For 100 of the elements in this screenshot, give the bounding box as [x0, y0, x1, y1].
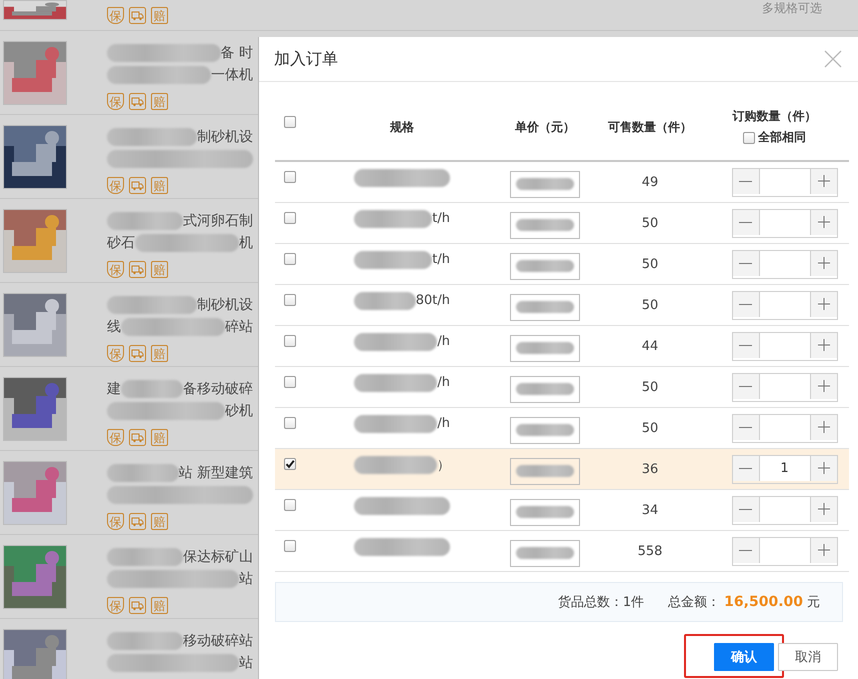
plus-icon [816, 543, 830, 557]
product-title-fragment: 一体机 [211, 66, 253, 84]
increment-button[interactable] [810, 414, 836, 440]
increment-button[interactable] [810, 538, 836, 562]
row-checkbox[interactable] [284, 294, 296, 306]
quantity-field[interactable] [758, 210, 810, 234]
available-quantity: 50 [642, 216, 658, 230]
decrement-button[interactable] [732, 168, 758, 194]
redaction-blur [516, 301, 574, 313]
truck-icon [129, 597, 146, 614]
checkbox-label: 全部相同 [758, 129, 806, 146]
plus-icon [816, 256, 830, 270]
currency-label: 元 [807, 594, 820, 611]
guarantee-badge: 保 [107, 513, 124, 530]
column-header: 可售数量（件） [608, 120, 692, 134]
decrement-button[interactable] [732, 414, 758, 440]
column-header: 规格 [390, 120, 414, 134]
quantity-field[interactable] [758, 538, 810, 562]
quantity-field[interactable]: 1 [758, 456, 810, 480]
truck-icon [129, 429, 146, 446]
guarantee-badge: 保 [107, 345, 124, 362]
increment-button[interactable] [810, 374, 836, 398]
redaction-blur [354, 292, 416, 310]
available-quantity: 50 [642, 380, 658, 394]
spec-text: ） [437, 456, 450, 474]
price-field[interactable] [510, 376, 580, 402]
increment-button[interactable] [810, 496, 836, 522]
price-field[interactable] [510, 252, 580, 280]
decrement-button[interactable] [732, 210, 758, 234]
redaction-blur [516, 465, 574, 477]
guarantee-badge: 保 [107, 93, 124, 110]
spec-text: t/h [432, 252, 450, 267]
quantity-field[interactable] [758, 250, 810, 276]
compensation-badge: 赔 [151, 93, 168, 110]
redaction-blur [516, 342, 574, 354]
increment-button[interactable] [810, 168, 836, 194]
decrement-button[interactable] [732, 456, 758, 480]
increment-button[interactable] [810, 456, 836, 480]
truck-icon [129, 345, 146, 362]
quantity-field[interactable] [758, 414, 810, 440]
guarantee-badge: 保 [107, 177, 124, 194]
quantity-field[interactable] [758, 374, 810, 398]
row-checkbox[interactable] [284, 498, 296, 511]
redaction-blur [121, 380, 183, 398]
row-checkbox[interactable] [284, 212, 296, 224]
minus-icon [739, 426, 752, 428]
price-field[interactable] [510, 334, 580, 362]
available-quantity: 50 [642, 420, 658, 436]
product-title-fragment: 保达标矿山 [183, 548, 253, 566]
row-checkbox[interactable] [284, 334, 296, 347]
available-quantity: 49 [642, 174, 658, 190]
spec-text: /h [437, 334, 450, 349]
row-checkbox[interactable] [284, 458, 296, 470]
product-title-fragment: 碎站 [225, 318, 253, 336]
price-field[interactable] [510, 540, 580, 566]
checkbox[interactable] [743, 132, 755, 144]
quantity-field[interactable] [758, 292, 810, 316]
row-checkbox[interactable] [284, 170, 296, 183]
increment-button[interactable] [810, 210, 836, 234]
quantity-field[interactable] [758, 496, 810, 522]
cancel-button[interactable]: 取消 [778, 643, 838, 671]
row-checkbox[interactable] [284, 540, 296, 552]
increment-button[interactable] [810, 332, 836, 358]
row-checkbox[interactable] [284, 252, 296, 265]
guarantee-badge: 保 [107, 7, 124, 24]
decrement-button[interactable] [732, 496, 758, 522]
price-field[interactable] [510, 416, 580, 444]
plus-icon [816, 379, 830, 393]
quantity-field[interactable] [758, 168, 810, 194]
increment-button[interactable] [810, 292, 836, 316]
close-icon[interactable] [824, 50, 842, 68]
decrement-button[interactable] [732, 332, 758, 358]
decrement-button[interactable] [732, 374, 758, 398]
price-field[interactable] [510, 212, 580, 238]
minus-icon [739, 508, 752, 510]
decrement-button[interactable] [732, 538, 758, 562]
compensation-badge: 赔 [151, 345, 168, 362]
product-title-fragment: 建 [107, 380, 121, 398]
quantity-field[interactable] [758, 332, 810, 358]
product-title-fragment: 线 [107, 318, 121, 336]
spec-text: /h [437, 416, 450, 431]
select-all-checkbox[interactable] [284, 116, 296, 128]
quantity-stepper[interactable]: 1 [732, 454, 838, 484]
column-header: 单价（元） [515, 120, 575, 134]
product-title-fragment: 备移动破碎 [183, 380, 253, 398]
price-field[interactable] [510, 294, 580, 320]
increment-button[interactable] [810, 250, 836, 276]
confirm-button[interactable]: 确认 [714, 643, 774, 671]
column-header: 订购数量（件） [732, 108, 816, 125]
price-field[interactable] [510, 458, 580, 484]
row-checkbox[interactable] [284, 416, 296, 429]
truck-icon [129, 7, 146, 24]
row-checkbox[interactable] [284, 376, 296, 388]
price-field[interactable] [510, 170, 580, 198]
decrement-button[interactable] [732, 250, 758, 276]
truck-icon [129, 513, 146, 530]
price-field[interactable] [510, 498, 580, 526]
dialog-title: 加入订单 [274, 48, 338, 70]
decrement-button[interactable] [732, 292, 758, 316]
redaction-blur [516, 547, 574, 559]
